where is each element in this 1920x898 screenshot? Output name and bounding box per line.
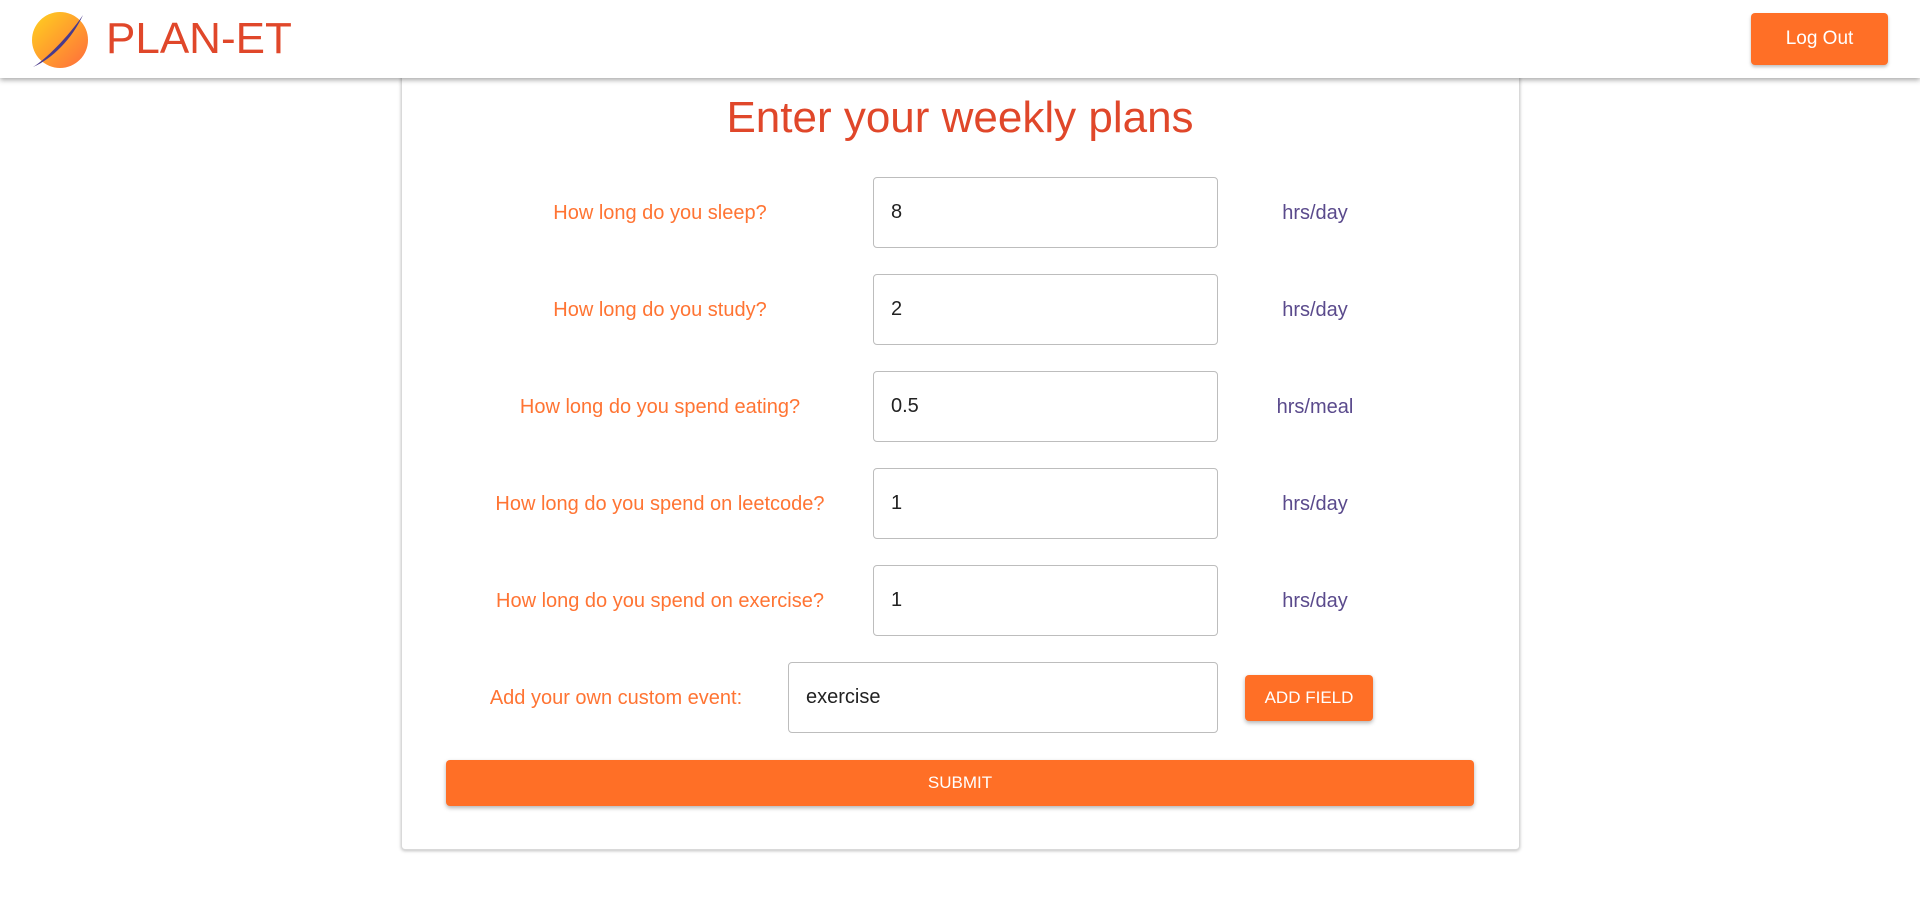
exercise-input[interactable] <box>874 566 1217 635</box>
study-label: How long do you study? <box>553 299 767 321</box>
eating-unit: hrs/meal <box>1276 396 1354 418</box>
sleep-label: How long do you sleep? <box>553 202 767 224</box>
study-input[interactable] <box>874 275 1217 344</box>
sleep-unit: hrs/day <box>1282 202 1348 224</box>
custom-event-input[interactable] <box>789 663 1217 732</box>
leetcode-label: How long do you spend on leetcode? <box>495 493 825 515</box>
form-title: Enter your weekly plans <box>726 93 1194 142</box>
eating-field[interactable] <box>873 371 1218 442</box>
exercise-label: How long do you spend on exercise? <box>496 590 824 612</box>
top-app-bar: PLAN-ET Log Out <box>0 0 1920 78</box>
exercise-field[interactable] <box>873 565 1218 636</box>
leetcode-unit: hrs/day <box>1282 493 1348 515</box>
add-field-button[interactable]: ADD FIELD <box>1245 675 1373 721</box>
log-out-button[interactable]: Log Out <box>1751 13 1888 65</box>
brand-title[interactable]: PLAN-ET <box>106 14 292 64</box>
study-unit: hrs/day <box>1282 299 1348 321</box>
study-field[interactable] <box>873 274 1218 345</box>
eating-label: How long do you spend eating? <box>519 396 801 418</box>
custom-event-field[interactable] <box>788 662 1218 733</box>
submit-button[interactable]: SUBMIT <box>446 760 1474 806</box>
eating-input[interactable] <box>874 372 1217 441</box>
custom-event-label: Add your own custom event: <box>489 687 743 709</box>
sleep-field[interactable] <box>873 177 1218 248</box>
leetcode-field[interactable] <box>873 468 1218 539</box>
planet-icon <box>32 12 88 68</box>
sleep-input[interactable] <box>874 178 1217 247</box>
leetcode-input[interactable] <box>874 469 1217 538</box>
exercise-unit: hrs/day <box>1282 590 1348 612</box>
